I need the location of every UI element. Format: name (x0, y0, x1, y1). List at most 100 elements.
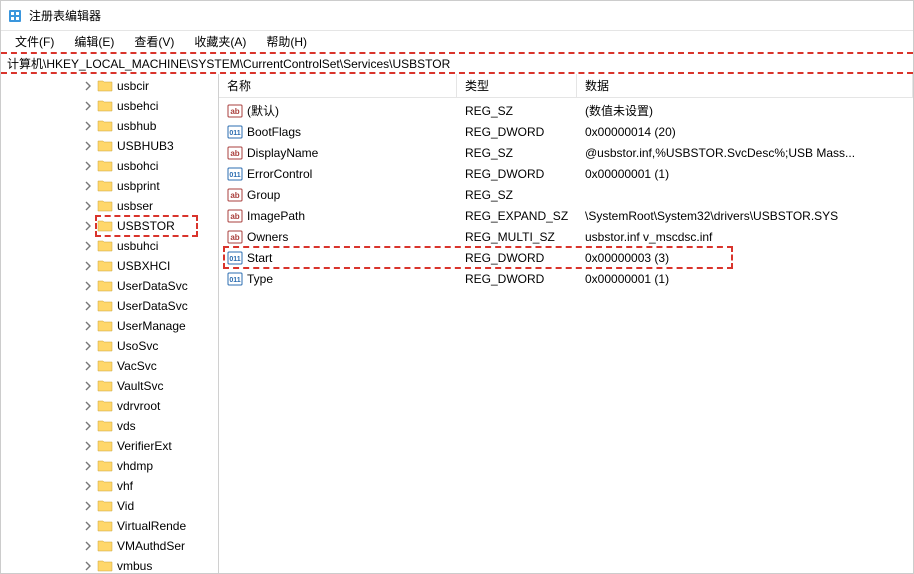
value-name: ImagePath (247, 209, 305, 223)
tree-node-usbprint[interactable]: usbprint (1, 176, 218, 196)
expand-icon[interactable] (81, 179, 95, 193)
menu-favorites[interactable]: 收藏夹(A) (184, 31, 256, 52)
expand-icon[interactable] (81, 239, 95, 253)
tree-node-vds[interactable]: vds (1, 416, 218, 436)
expand-icon[interactable] (81, 79, 95, 93)
menu-help[interactable]: 帮助(H) (256, 31, 317, 52)
tree-node-usbser[interactable]: usbser (1, 196, 218, 216)
tree-node-vaultsvc[interactable]: VaultSvc (1, 376, 218, 396)
expand-icon[interactable] (81, 479, 95, 493)
tree-node-usbehci[interactable]: usbehci (1, 96, 218, 116)
tree-label: VacSvc (117, 359, 218, 373)
value-row[interactable]: abDisplayNameREG_SZ@usbstor.inf,%USBSTOR… (219, 142, 913, 163)
tree-label: UserManage (117, 319, 218, 333)
string-value-icon: ab (227, 103, 243, 119)
tree-node-usbohci[interactable]: usbohci (1, 156, 218, 176)
folder-icon (97, 358, 113, 374)
folder-icon (97, 178, 113, 194)
expand-icon[interactable] (81, 519, 95, 533)
menubar: 文件(F) 编辑(E) 查看(V) 收藏夹(A) 帮助(H) (1, 31, 913, 53)
folder-icon (97, 398, 113, 414)
menu-file[interactable]: 文件(F) (5, 31, 64, 52)
value-row[interactable]: ab ImagePath REG_EXPAND_SZ\SystemRoot\Syst… (219, 205, 913, 226)
col-header-type[interactable]: 类型 (457, 74, 577, 97)
svg-text:ab: ab (230, 212, 239, 221)
cell-type: REG_EXPAND_SZ (457, 209, 577, 223)
tree-node-vdrvroot[interactable]: vdrvroot (1, 396, 218, 416)
expand-icon[interactable] (81, 119, 95, 133)
value-row[interactable]: 011BootFlagsREG_DWORD0x00000014 (20) (219, 121, 913, 142)
col-header-data[interactable]: 数据 (577, 74, 913, 97)
svg-text:011: 011 (229, 130, 240, 137)
expand-icon[interactable] (81, 279, 95, 293)
tree-node-userdatasvc[interactable]: UserDataSvc (1, 296, 218, 316)
tree-node-usermanage[interactable]: UserManage (1, 316, 218, 336)
expand-icon[interactable] (81, 499, 95, 513)
key-tree[interactable]: usbcir usbehciusbhubUSBHUB3usbohciusbprin… (1, 74, 219, 573)
expand-icon[interactable] (81, 419, 95, 433)
tree-label: usbuhci (117, 239, 218, 253)
value-row[interactable]: 011StartREG_DWORD0x00000003 (3) (219, 247, 913, 268)
tree-node-virtualrende[interactable]: VirtualRende (1, 516, 218, 536)
folder-icon (97, 438, 113, 454)
expand-icon[interactable] (81, 259, 95, 273)
value-row[interactable]: abOwnersREG_MULTI_SZusbstor.inf v_mscdsc… (219, 226, 913, 247)
tree-node-vid[interactable]: Vid (1, 496, 218, 516)
menu-view[interactable]: 查看(V) (124, 31, 184, 52)
tree-node-usbxhci[interactable]: USBXHCI (1, 256, 218, 276)
tree-node-usbstor[interactable]: USBSTOR (1, 216, 218, 236)
value-row[interactable]: 011TypeREG_DWORD0x00000001 (1) (219, 268, 913, 289)
expand-icon[interactable] (81, 219, 95, 233)
expand-icon[interactable] (81, 379, 95, 393)
cell-data: 0x00000003 (3) (577, 251, 913, 265)
value-name: BootFlags (247, 125, 301, 139)
expand-icon[interactable] (81, 159, 95, 173)
expand-icon[interactable] (81, 559, 95, 573)
expand-icon[interactable] (81, 299, 95, 313)
value-name: ErrorControl (247, 167, 312, 181)
expand-icon[interactable] (81, 439, 95, 453)
cell-data: @usbstor.inf,%USBSTOR.SvcDesc%;USB Mass.… (577, 146, 913, 160)
tree-node-usbcir[interactable]: usbcir (1, 76, 218, 96)
tree-node-vmbus[interactable]: vmbus (1, 556, 218, 573)
tree-node-vhdmp[interactable]: vhdmp (1, 456, 218, 476)
menu-edit[interactable]: 编辑(E) (64, 31, 124, 52)
tree-node-usbhub[interactable]: usbhub (1, 116, 218, 136)
expand-icon[interactable] (81, 399, 95, 413)
address-bar[interactable]: 计算机\HKEY_LOCAL_MACHINE\SYSTEM\CurrentCon… (1, 52, 913, 74)
expand-icon[interactable] (81, 199, 95, 213)
expand-icon[interactable] (81, 359, 95, 373)
tree-node-usbhub3[interactable]: USBHUB3 (1, 136, 218, 156)
value-row[interactable]: ab(默认)REG_SZ(数值未设置) (219, 100, 913, 121)
expand-icon[interactable] (81, 319, 95, 333)
tree-label: vmbus (117, 559, 218, 573)
cell-data: usbstor.inf v_mscdsc.inf (577, 230, 913, 244)
tree-label: vdrvroot (117, 399, 218, 413)
expand-icon[interactable] (81, 99, 95, 113)
tree-node-vacsvc[interactable]: VacSvc (1, 356, 218, 376)
expand-icon[interactable] (81, 539, 95, 553)
tree-node-vmauthdser[interactable]: VMAuthdSer (1, 536, 218, 556)
tree-node-vhf[interactable]: vhf (1, 476, 218, 496)
expand-icon[interactable] (81, 459, 95, 473)
svg-text:ab: ab (230, 107, 239, 116)
tree-node-usbuhci[interactable]: usbuhci (1, 236, 218, 256)
value-row[interactable]: abGroupREG_SZ (219, 184, 913, 205)
tree-node-userdatasvc[interactable]: UserDataSvc (1, 276, 218, 296)
cell-name: 011ErrorControl (219, 166, 457, 182)
folder-icon (97, 258, 113, 274)
tree-node-usosvc[interactable]: UsoSvc (1, 336, 218, 356)
cell-data: \SystemRoot\System32\drivers\USBSTOR.SYS (577, 209, 913, 223)
col-header-name[interactable]: 名称 (219, 74, 457, 97)
tree-label: VMAuthdSer (117, 539, 218, 553)
binary-value-icon: 011 (227, 124, 243, 140)
tree-label: usbcir (117, 79, 218, 93)
expand-icon[interactable] (81, 339, 95, 353)
cell-type: REG_SZ (457, 146, 577, 160)
expand-icon[interactable] (81, 139, 95, 153)
value-row[interactable]: 011ErrorControlREG_DWORD0x00000001 (1) (219, 163, 913, 184)
window-title: 注册表编辑器 (29, 7, 101, 24)
folder-icon (97, 218, 113, 234)
tree-node-verifierext[interactable]: VerifierExt (1, 436, 218, 456)
list-body[interactable]: ab(默认)REG_SZ(数值未设置)011BootFlagsREG_DWORD… (219, 98, 913, 573)
